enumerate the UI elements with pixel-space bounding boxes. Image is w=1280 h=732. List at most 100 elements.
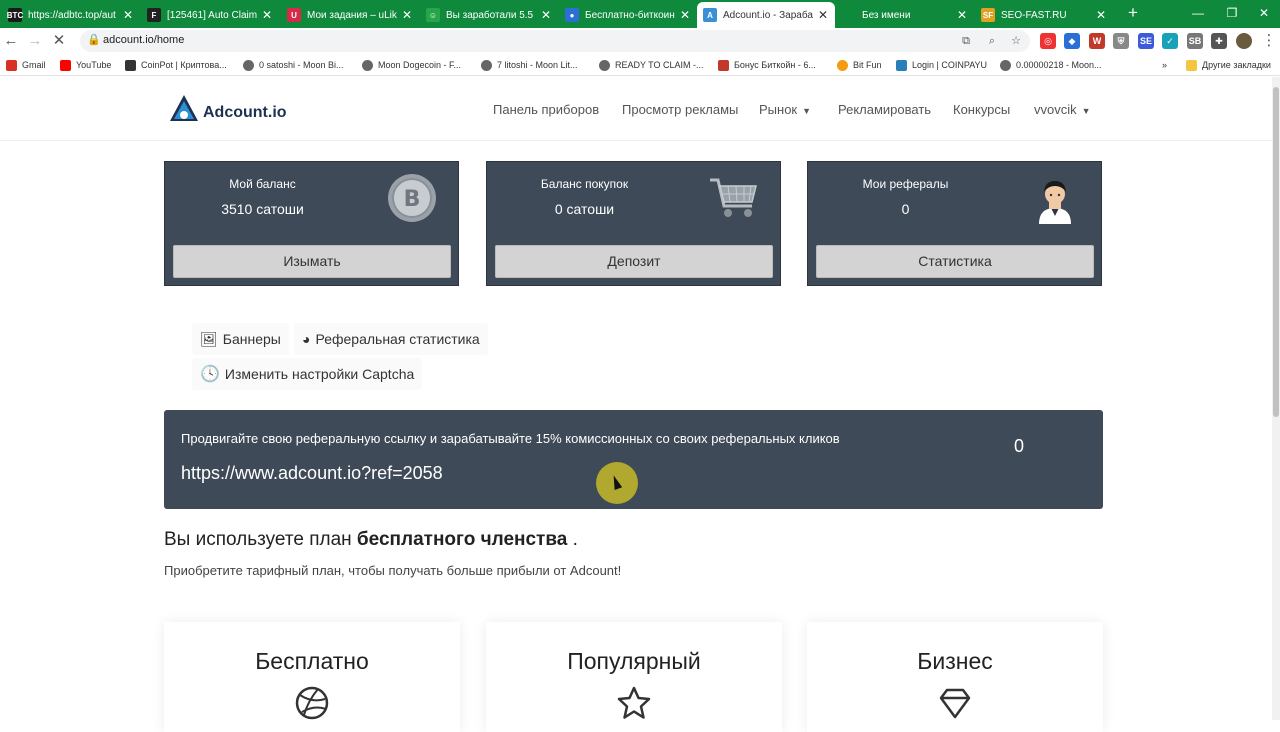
referral-link[interactable]: https://www.adcount.io?ref=2058 [181, 463, 443, 484]
shield-extension-icon[interactable]: ⛨ [1113, 33, 1129, 49]
bookmark-star-icon[interactable]: ☆ [1008, 33, 1024, 49]
bookmark-item[interactable]: YouTube [60, 57, 111, 73]
tab-close-icon[interactable]: ✕ [1095, 8, 1107, 22]
extension-icon[interactable]: ✓ [1162, 33, 1178, 49]
moon-icon [243, 59, 254, 71]
tab-close-icon[interactable]: ✕ [956, 8, 968, 22]
captcha-settings-link[interactable]: 🕓 Изменить настройки Captcha [192, 358, 423, 390]
nav-contests[interactable]: Конкурсы [953, 102, 1010, 117]
nav-dashboard[interactable]: Панель приборов [493, 102, 599, 117]
address-url[interactable]: adcount.io/home [103, 34, 184, 46]
tab-favicon-icon: F [147, 8, 161, 22]
plan-card-free[interactable]: Бесплатно [164, 622, 460, 732]
moon-icon [481, 59, 492, 71]
bookmark-item[interactable]: Gmail [6, 57, 46, 73]
site-header: Adcount.io Панель приборов Просмотр рекл… [0, 77, 1272, 141]
membership-plan-name: бесплатного членства [356, 529, 568, 550]
plan-card-business[interactable]: Бизнес [807, 622, 1103, 732]
menu-kebab-icon[interactable]: ⋮ [1260, 32, 1278, 50]
other-bookmarks-folder[interactable]: Другие закладки [1186, 57, 1271, 73]
extension-icon[interactable]: SE [1138, 33, 1154, 49]
restore-window-button[interactable]: ❐ [1214, 0, 1250, 28]
translate-icon[interactable]: ⧉ [958, 33, 974, 49]
statistics-button[interactable]: Статистика [816, 245, 1094, 278]
browser-tab[interactable]: Без имени ✕ [836, 2, 974, 28]
tab-close-icon[interactable]: ✕ [817, 8, 829, 22]
browser-tab[interactable]: BTC https://adbtc.top/aut ✕ [2, 2, 140, 28]
clock-icon: 🕓 [200, 366, 220, 383]
bookmark-item[interactable]: READY TO CLAIM -... [599, 57, 704, 73]
adcount-logo-icon [170, 95, 198, 121]
balance-card: Мой баланс 3510 сатоши B Изымать [164, 161, 459, 286]
profile-avatar-icon[interactable] [1236, 33, 1252, 49]
extension-icon[interactable]: ◎ [1040, 33, 1056, 49]
address-bar[interactable]: 🔒 adcount.io/home ⧉ ⌕ ☆ [80, 30, 1030, 52]
bookmark-item[interactable]: Moon Dogecoin - F... [362, 57, 461, 73]
minimize-window-button[interactable]: — [1180, 0, 1216, 28]
zoom-icon[interactable]: ⌕ [984, 33, 1000, 49]
stop-loading-icon[interactable]: ✕ [50, 32, 68, 50]
chevron-down-icon: ▼ [1081, 106, 1091, 116]
referral-click-count: 0 [1014, 436, 1025, 456]
purchase-balance-label: Баланс покупок [540, 177, 629, 191]
extension-icon[interactable]: ◆ [1064, 33, 1080, 49]
svg-text:B: B [404, 187, 421, 212]
tab-favicon-icon [842, 8, 856, 22]
bonus-bitcoin-icon [718, 59, 729, 71]
plan-card-popular[interactable]: Популярный [486, 622, 782, 732]
browser-tab[interactable]: ☺ Вы заработали 5.5 за ✕ [420, 2, 558, 28]
balance-label: Мой баланс [229, 177, 296, 191]
puzzle-extensions-icon[interactable]: ✚ [1211, 33, 1227, 49]
bookmark-item[interactable]: Бонус Биткойн - 6... [718, 57, 816, 73]
nav-advertise[interactable]: Рекламировать [838, 102, 931, 117]
back-arrow-icon[interactable]: ← [2, 32, 20, 50]
tab-close-icon[interactable]: ✕ [540, 8, 552, 22]
scrollbar-thumb[interactable] [1273, 87, 1279, 417]
folder-icon [1186, 59, 1197, 71]
new-tab-button[interactable]: + [1124, 4, 1142, 22]
forward-arrow-icon[interactable]: → [26, 32, 44, 50]
gmail-icon [6, 59, 17, 71]
nav-market[interactable]: Рынок ▼ [759, 102, 811, 117]
plan-title: Бесплатно [255, 648, 369, 674]
browser-tab[interactable]: ● Бесплатно-биткоин| ✕ [559, 2, 697, 28]
browser-tab-active[interactable]: A Adcount.io - Зарабат ✕ [697, 2, 835, 28]
image-icon: 🖼 [200, 330, 218, 347]
bookmark-item[interactable]: Login | COINPAYU [896, 57, 987, 73]
banners-link[interactable]: 🖼 Баннеры [192, 323, 289, 355]
nav-view-ads[interactable]: Просмотр рекламы [622, 102, 738, 117]
tab-close-icon[interactable]: ✕ [261, 8, 273, 22]
referral-promo-text: Продвигайте свою реферальную ссылку и за… [181, 431, 840, 446]
withdraw-button[interactable]: Изымать [173, 245, 451, 278]
referral-stats-link[interactable]: ◕ Реферальная статистика [294, 323, 488, 355]
diamond-icon [939, 688, 971, 719]
purchase-balance-value: 0 сатоши [554, 201, 615, 217]
bookmark-item[interactable]: Bit Fun [837, 57, 882, 73]
dribbble-ball-icon [295, 686, 329, 720]
bookmarks-overflow-button[interactable]: » [1162, 57, 1167, 73]
bitcoin-coin-icon: B [388, 174, 436, 222]
nav-user-menu[interactable]: vvovcik ▼ [1034, 102, 1091, 117]
extension-icon[interactable]: SB [1187, 33, 1203, 49]
balance-value: 3510 сатоши [221, 201, 304, 217]
lock-icon: 🔒 [87, 34, 101, 46]
bookmark-item[interactable]: 7 litoshi - Moon Lit... [481, 57, 578, 73]
bookmark-item[interactable]: CoinPot | Криптова... [125, 57, 227, 73]
tab-close-icon[interactable]: ✕ [122, 8, 134, 22]
bookmark-item[interactable]: 0.00000218 - Moon... [1000, 57, 1102, 73]
browser-tab[interactable]: F [125461] Auto Claim ✕ [141, 2, 279, 28]
tab-close-icon[interactable]: ✕ [401, 8, 413, 22]
browser-tab[interactable]: U Мои задания – uLike ✕ [281, 2, 419, 28]
page-scrollbar[interactable] [1272, 77, 1280, 720]
deposit-button[interactable]: Депозит [495, 245, 773, 278]
close-window-button[interactable]: ✕ [1246, 0, 1280, 28]
bookmark-item[interactable]: 0 satoshi - Moon Bi... [243, 57, 344, 73]
moon-icon [1000, 59, 1011, 71]
browser-tab[interactable]: SF SEO-FAST.RU ✕ [975, 2, 1113, 28]
extension-icon[interactable]: W [1089, 33, 1105, 49]
tab-title: Без имени [862, 9, 911, 21]
bitfun-icon [837, 59, 848, 71]
tab-close-icon[interactable]: ✕ [679, 8, 691, 22]
site-logo[interactable]: Adcount.io [168, 93, 287, 125]
bookmarks-bar: Gmail YouTube CoinPot | Криптова... 0 sa… [0, 54, 1280, 76]
